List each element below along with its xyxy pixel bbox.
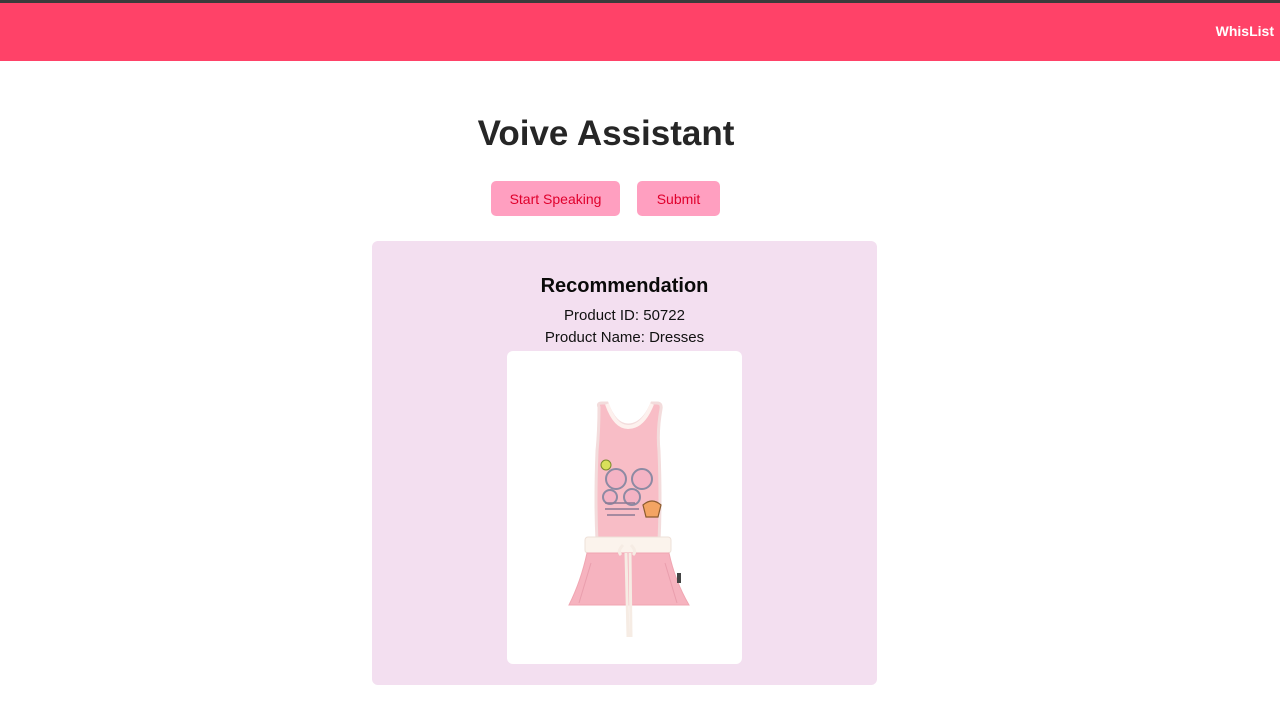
recommendation-heading: Recommendation: [540, 275, 709, 297]
submit-button[interactable]: Submit: [637, 181, 720, 216]
product-id-line: Product ID: 50722: [372, 307, 877, 324]
product-id-label: Product ID:: [564, 307, 640, 324]
product-name-value: Dresses: [649, 329, 705, 346]
navbar: WhisList: [0, 3, 1280, 61]
product-name-line: Product Name: Dresses: [372, 329, 877, 346]
start-speaking-button[interactable]: Start Speaking: [491, 181, 620, 216]
product-name-label: Product Name:: [544, 329, 645, 346]
dress-illustration: [568, 401, 690, 638]
product-id-value: 50722: [643, 307, 685, 324]
recommendation-card: Recommendation Product ID: 50722 Product…: [372, 241, 877, 685]
product-image: [507, 351, 742, 664]
page-title: Voive Assistant: [477, 114, 735, 153]
wishlist-link[interactable]: WhisList: [1216, 23, 1274, 39]
